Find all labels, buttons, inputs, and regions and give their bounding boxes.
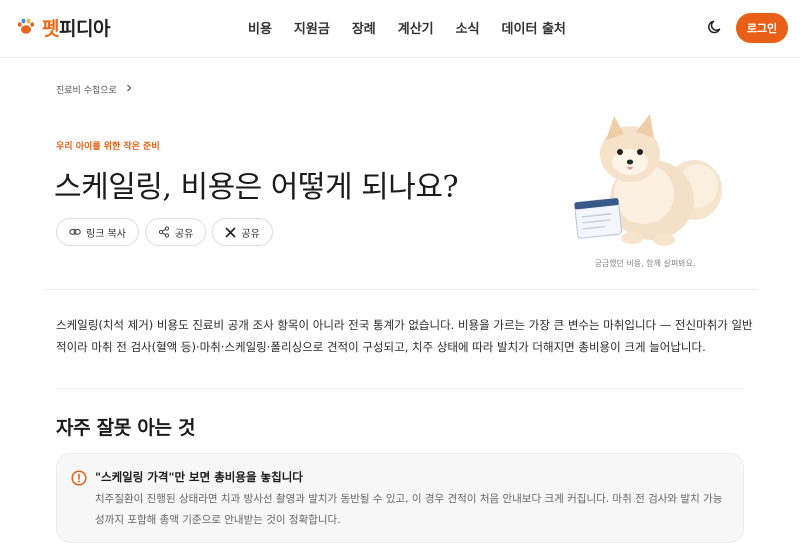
x-share-button[interactable]: 공유: [212, 218, 273, 246]
nav-item-cost[interactable]: 비용: [248, 18, 272, 37]
link-icon: [69, 226, 81, 238]
nav-item-news[interactable]: 소식: [456, 18, 480, 37]
illustration-caption: 궁금했던 비용, 함께 살펴봐요.: [594, 259, 696, 268]
misconception-card: "스케일링 가격"만 보면 총비용을 놓칩니다 치주질환이 진행된 상태라면 치…: [56, 453, 744, 543]
share-button[interactable]: 공유: [144, 218, 207, 246]
x-logo-icon: [225, 226, 236, 238]
breadcrumb-label: 진료비 수첩으로: [56, 86, 117, 96]
nav-item-calculator[interactable]: 계산기: [398, 18, 434, 37]
moon-icon: [707, 19, 723, 39]
dog-illustration: [570, 112, 730, 252]
top-header: 펫피디아 비용 지원금 장례 계산기 소식 데이터 출처 로그인: [0, 0, 800, 58]
misconception-title: "스케일링 가격"만 보면 총비용을 놓칩니다: [95, 470, 303, 484]
nav-item-data-sources[interactable]: 데이터 출처: [502, 18, 566, 37]
section-divider: [56, 388, 744, 389]
breadcrumb[interactable]: 진료비 수첩으로: [56, 83, 133, 96]
hero-eyebrow: 우리 아이를 위한 작은 준비: [56, 142, 160, 152]
copy-link-button[interactable]: 링크 복사: [56, 218, 139, 246]
logo[interactable]: 펫피디아: [16, 14, 110, 41]
intro-paragraph: 스케일링(치석 제거) 비용도 진료비 공개 조사 항목이 아니라 전국 통계가…: [56, 318, 753, 354]
theme-toggle-button[interactable]: [704, 18, 726, 40]
chevron-right-icon: [125, 84, 133, 95]
paw-icon: [16, 16, 36, 40]
share-icon: [158, 226, 170, 238]
login-button[interactable]: 로그인: [736, 13, 788, 43]
x-share-label: 공유: [241, 228, 260, 240]
main-nav: 비용 지원금 장례 계산기 소식 데이터 출처: [248, 18, 588, 37]
share-label: 공유: [174, 228, 194, 240]
share-buttons: 링크 복사 공유 공유: [56, 218, 273, 246]
section-title: 자주 잘못 아는 것: [56, 417, 196, 439]
nav-item-funeral[interactable]: 장례: [352, 18, 376, 37]
misconception-body: 치주질환이 진행된 상태라면 치과 방사선 촬영과 발치가 동반될 수 있고, …: [95, 493, 723, 526]
nav-item-subsidy[interactable]: 지원금: [294, 18, 330, 37]
logo-text: 펫피디아: [42, 18, 110, 40]
section-divider: [44, 289, 758, 290]
alert-circle-icon: [71, 470, 87, 490]
copy-link-label: 링크 복사: [86, 228, 126, 240]
page-title: 스케일링, 비용은 어떻게 되나요?: [54, 170, 459, 205]
